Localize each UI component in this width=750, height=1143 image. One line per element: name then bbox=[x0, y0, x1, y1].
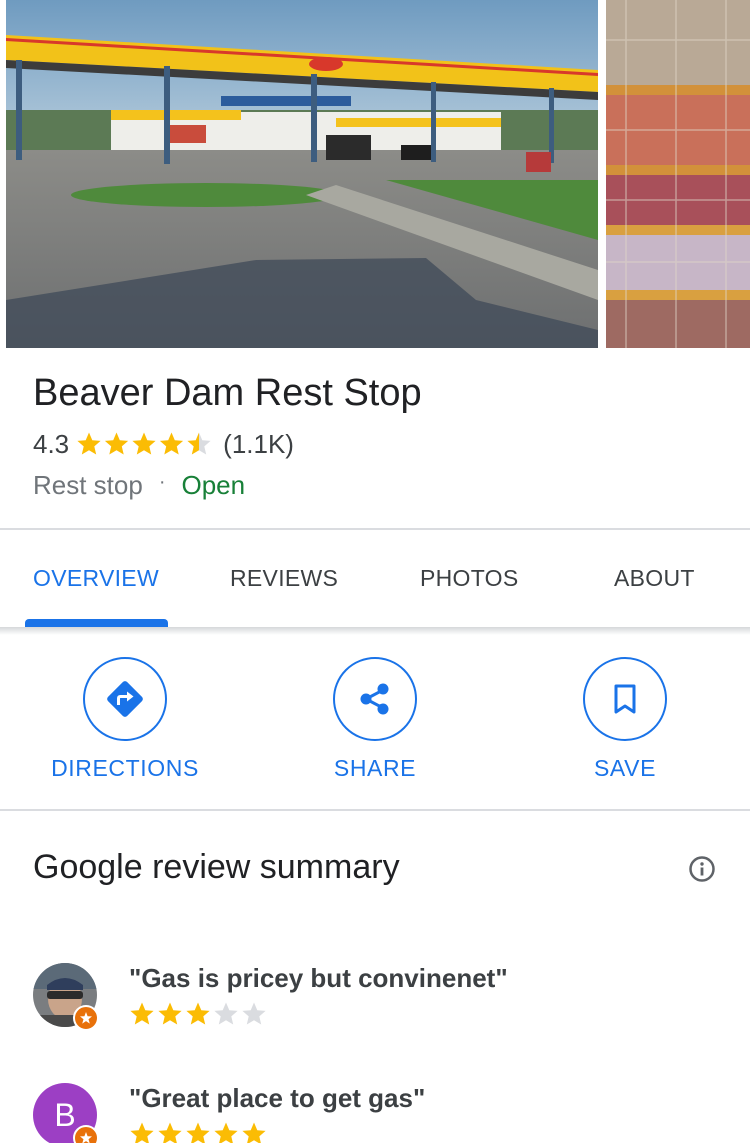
review-stars bbox=[129, 1001, 269, 1029]
info-icon[interactable] bbox=[688, 855, 716, 883]
tab-photos[interactable]: PHOTOS bbox=[420, 565, 519, 592]
open-status: Open bbox=[181, 469, 246, 500]
directions-label: DIRECTIONS bbox=[51, 755, 199, 781]
share-button[interactable]: SHARE bbox=[265, 657, 485, 782]
tab-about[interactable]: ABOUT bbox=[614, 565, 695, 592]
local-guide-badge-icon bbox=[73, 1005, 99, 1031]
review-snippet[interactable]: B "Great place to get gas" bbox=[33, 1083, 733, 1143]
local-guide-badge-icon bbox=[73, 1125, 99, 1143]
share-label: SHARE bbox=[333, 755, 417, 781]
rating-stars bbox=[76, 431, 214, 457]
rating-row[interactable]: 4.3 (1.1K) bbox=[33, 428, 294, 460]
photo-store-shelves[interactable] bbox=[606, 0, 750, 348]
place-category: Rest stop bbox=[33, 469, 143, 500]
review-summary-title: Google review summary bbox=[33, 848, 400, 886]
category-row: Rest stop · Open bbox=[33, 469, 245, 501]
save-button[interactable]: SAVE bbox=[515, 657, 735, 782]
review-snippet[interactable]: "Gas is pricey but convinenet" bbox=[33, 963, 733, 1063]
active-tab-indicator bbox=[25, 619, 168, 627]
tab-overview[interactable]: OVERVIEW bbox=[33, 565, 159, 592]
tab-bar: OVERVIEW REVIEWS PHOTOS ABOUT bbox=[0, 531, 750, 627]
photo-strip[interactable] bbox=[0, 0, 750, 348]
star-rating-icon bbox=[77, 432, 211, 455]
directions-button[interactable]: DIRECTIONS bbox=[15, 657, 235, 782]
photo-gas-station[interactable] bbox=[6, 0, 598, 348]
review-stars bbox=[129, 1121, 269, 1143]
tab-bar-shadow bbox=[0, 627, 750, 635]
review-count: (1.1K) bbox=[223, 428, 294, 459]
review-quote: "Great place to get gas" bbox=[129, 1083, 426, 1113]
rating-value: 4.3 bbox=[33, 428, 70, 459]
tab-reviews[interactable]: REVIEWS bbox=[230, 565, 338, 592]
actions-divider bbox=[0, 809, 750, 811]
review-quote: "Gas is pricey but convinenet" bbox=[129, 963, 508, 993]
save-label: SAVE bbox=[593, 755, 657, 781]
header-divider bbox=[0, 528, 750, 530]
share-icon bbox=[333, 657, 417, 741]
separator-dot: · bbox=[158, 470, 166, 493]
directions-icon bbox=[83, 657, 167, 741]
place-name: Beaver Dam Rest Stop bbox=[33, 372, 422, 414]
bookmark-icon bbox=[583, 657, 667, 741]
